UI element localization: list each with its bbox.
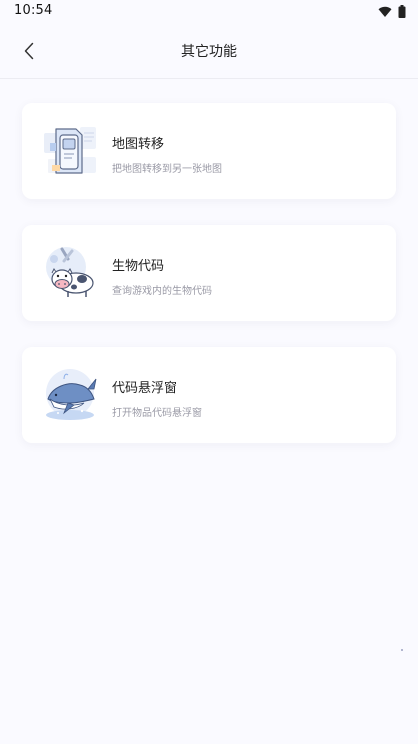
page-title: 其它功能 (181, 44, 237, 60)
feature-card-creature-code[interactable]: 生物代码 查询游戏内的生物代码 (22, 225, 396, 321)
cow-creature-icon (46, 247, 94, 297)
map-transfer-icon (44, 127, 96, 174)
feature-title: 生物代码 (112, 259, 165, 274)
feature-title: 地图转移 (112, 137, 165, 152)
status-bar: 10:54 (0, 0, 418, 24)
feature-subtitle: 打开物品代码悬浮窗 (112, 408, 202, 419)
wifi-icon (378, 6, 392, 17)
status-icons (378, 5, 406, 18)
whale-float-icon (46, 369, 97, 420)
feature-title: 代码悬浮窗 (112, 381, 178, 396)
feature-card-map-transfer[interactable]: 地图转移 把地图转移到另一张地图 (22, 103, 396, 199)
app-header: 其它功能 (0, 24, 418, 79)
battery-icon (398, 5, 406, 18)
feature-subtitle: 查询游戏内的生物代码 (112, 286, 212, 297)
feature-card-code-float-window[interactable]: 代码悬浮窗 打开物品代码悬浮窗 (22, 347, 396, 443)
status-time: 10:54 (14, 3, 53, 18)
decorative-dot (401, 649, 403, 651)
feature-subtitle: 把地图转移到另一张地图 (112, 164, 222, 175)
